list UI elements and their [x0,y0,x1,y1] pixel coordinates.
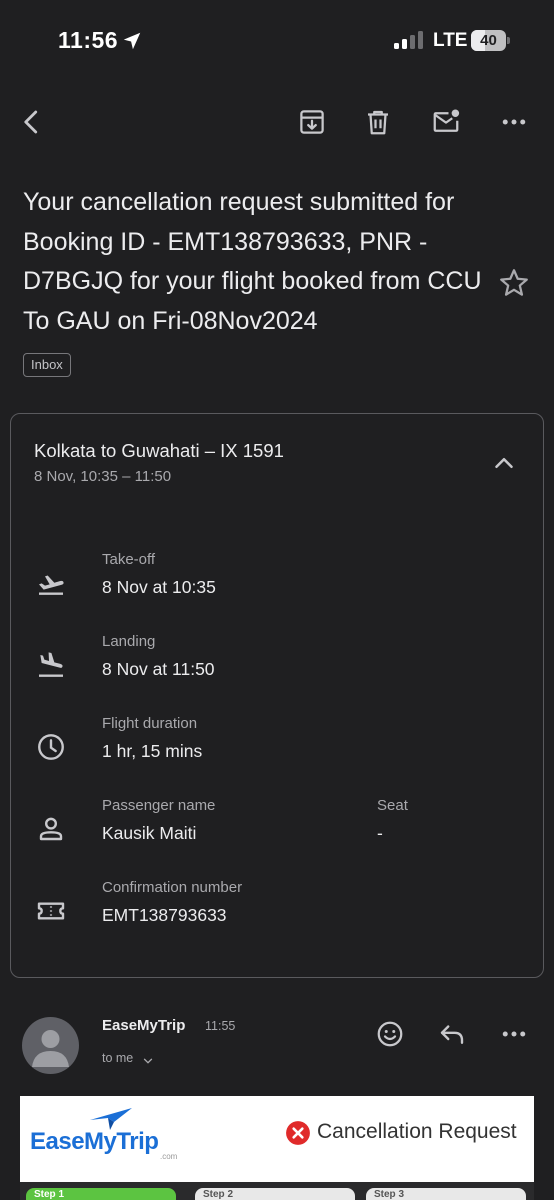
confirmation-label: Confirmation number [102,879,243,896]
seat-value: - [377,823,383,843]
reply-button[interactable] [432,1014,472,1054]
easemytrip-logo[interactable]: EaseMyTrip .com [30,1106,190,1162]
landing-value: 8 Nov at 11:50 [102,659,215,679]
chevron-down-icon[interactable] [141,1054,155,1068]
flight-takeoff-icon [39,575,64,595]
more-options-button[interactable] [488,96,540,148]
back-button[interactable] [6,96,58,148]
takeoff-label: Take-off [102,551,156,568]
star-icon[interactable] [497,266,531,300]
takeoff-value: 8 Nov at 10:35 [102,577,216,597]
battery-icon: 40 [471,30,510,52]
logo-wordmark: EaseMyTrip [30,1128,159,1155]
duration-value: 1 hr, 15 mins [102,741,203,761]
cancellation-heading: Cancellation Request [317,1120,517,1143]
logo-suffix: .com [160,1152,178,1161]
duration-row: Flight duration 1 hr, 15 mins [11,715,543,775]
sent-time: 11:55 [205,1019,236,1033]
status-bar: 11:56 LTE 40 [0,0,554,84]
passenger-value: Kausik Maiti [102,823,197,843]
chevron-left-icon [24,110,38,134]
email-subject: Your cancellation request submitted for … [23,188,482,335]
delete-button[interactable] [352,96,404,148]
cancel-circle-icon [286,1121,310,1145]
more-horizontal-icon [502,119,526,125]
seat-label: Seat [377,797,408,814]
takeoff-row: Take-off 8 Nov at 10:35 [11,551,543,611]
duration-label: Flight duration [102,715,198,732]
step-2-label: Step 2 [203,1189,234,1200]
mark-unread-icon [433,109,460,132]
inbox-label-chip[interactable]: Inbox [23,353,71,377]
mark-unread-button[interactable] [420,96,472,148]
emoji-react-icon [377,1021,403,1047]
emoji-react-button[interactable] [370,1014,410,1054]
landing-label: Landing [102,633,156,650]
person-icon [39,817,63,841]
confirmation-row: Confirmation number EMT138793633 [11,879,543,939]
flight-route-title: Kolkata to Guwahati – IX 1591 [34,440,284,461]
trash-icon [368,110,388,135]
step-2-tab: Step 2 [195,1188,355,1200]
clock-icon [38,734,64,760]
more-horizontal-icon [502,1031,526,1037]
status-time: 11:56 [58,27,119,53]
flight-time-range: 8 Nov, 10:35 – 11:50 [34,468,172,485]
sender-avatar[interactable] [22,1017,79,1074]
passenger-row: Passenger name Kausik Maiti Seat - [11,797,543,857]
recipient-summary[interactable]: to me [102,1051,133,1065]
step-3-label: Step 3 [374,1189,405,1200]
flight-land-icon [39,652,63,677]
step-1-tab: Step 1 [26,1188,176,1200]
ticket-icon [37,902,65,920]
confirmation-value: EMT138793633 [102,905,227,925]
landing-row: Landing 8 Nov at 11:50 [11,633,543,693]
archive-icon [300,110,324,134]
email-body-content: EaseMyTrip .com Cancellation Request Ste… [20,1096,534,1200]
passenger-label: Passenger name [102,797,216,814]
step-3-tab: Step 3 [366,1188,526,1200]
battery-level: 40 [480,32,497,49]
reply-icon [440,1025,464,1044]
cellular-signal-icon [394,31,423,49]
archive-button[interactable] [286,96,338,148]
location-arrow-icon [123,32,141,50]
step-1-label: Step 1 [34,1189,65,1200]
default-avatar-icon [32,1030,69,1067]
network-type: LTE [433,30,468,51]
email-toolbar [0,96,554,152]
message-more-button[interactable] [494,1014,534,1054]
sender-name[interactable]: EaseMyTrip [102,1017,185,1034]
progress-steps: Step 1 Step 2 Step 3 [20,1182,534,1200]
chevron-up-icon[interactable] [489,448,519,478]
flight-summary-card: Kolkata to Guwahati – IX 1591 8 Nov, 10:… [10,413,544,978]
